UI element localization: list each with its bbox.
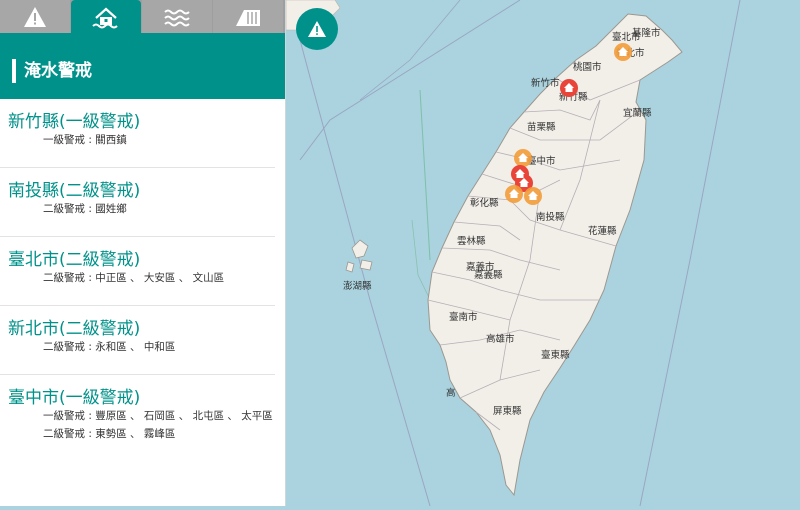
waves-icon: [164, 9, 190, 26]
alert-list: 新竹縣(一級警戒) 一級警戒 : 關西鎮 南投縣(二級警戒) 二級警戒 : 國姓…: [0, 99, 285, 461]
map-label: 臺南市: [449, 311, 478, 323]
map-label: 雲林縣: [457, 235, 486, 247]
tab-bar: [0, 0, 285, 36]
alert-region: 南投縣(二級警戒): [8, 181, 141, 201]
alert-item[interactable]: 臺北市(二級警戒) 二級警戒 : 中正區 、 大安區 、 文山區: [0, 237, 275, 306]
alert-detail: 二級警戒 : 東勢區 、 霧峰區: [43, 428, 176, 440]
alert-item[interactable]: 新竹縣(一級警戒) 一級警戒 : 關西鎮: [0, 99, 275, 168]
map-label: 臺東縣: [541, 349, 570, 361]
alert-region: 新竹縣(一級警戒): [8, 112, 141, 132]
alert-item[interactable]: 新北市(二級警戒) 二級警戒 : 永和區 、 中和區: [0, 306, 275, 375]
tab-dam[interactable]: [213, 0, 283, 33]
alert-region: 新北市(二級警戒): [8, 319, 141, 339]
taiwan-map: 臺北市 基隆市 新北市 桃園市 新竹市 新竹縣 宜蘭縣 苗栗縣 臺中市 彰化縣 …: [285, 0, 800, 507]
alert-detail: 二級警戒 : 國姓鄉: [43, 203, 127, 215]
alert-region: 臺中市(一級警戒): [8, 388, 141, 408]
map-view[interactable]: 臺北市 基隆市 新北市 桃園市 新竹市 新竹縣 宜蘭縣 苗栗縣 臺中市 彰化縣 …: [285, 0, 800, 507]
flood-house-icon: [92, 7, 118, 29]
panel-header: 淹水警戒: [0, 33, 285, 99]
map-label: 嘉義縣: [474, 269, 503, 281]
alert-region: 臺北市(二級警戒): [8, 250, 141, 270]
tab-warning[interactable]: [0, 0, 70, 33]
alert-detail: 一級警戒 : 豐原區 、 石岡區 、 北屯區 、 太平區: [43, 410, 273, 422]
alert-detail: 二級警戒 : 永和區 、 中和區: [43, 341, 176, 353]
map-label: 屏東縣: [493, 405, 522, 417]
sidebar: 淹水警戒 新竹縣(一級警戒) 一級警戒 : 關西鎮 南投縣(二級警戒) 二級警戒…: [0, 0, 286, 506]
map-label: 基隆市: [632, 27, 661, 39]
map-label: 苗栗縣: [527, 122, 556, 133]
map-label: 花蓮縣: [588, 225, 617, 237]
tab-flood[interactable]: [71, 0, 141, 36]
alert-item[interactable]: 南投縣(二級警戒) 二級警戒 : 國姓鄉: [0, 168, 275, 237]
tab-waves[interactable]: [142, 0, 212, 33]
warning-icon: [24, 6, 46, 27]
panel-title: 淹水警戒: [12, 59, 92, 83]
map-label: 宜蘭縣: [623, 107, 652, 119]
dam-icon: [236, 9, 260, 26]
alert-item[interactable]: 臺中市(一級警戒) 一級警戒 : 豐原區 、 石岡區 、 北屯區 、 太平區 二…: [0, 375, 275, 461]
map-label: 高雄市: [486, 333, 515, 345]
map-label: 彰化縣: [470, 197, 499, 209]
warning-icon: [308, 21, 326, 37]
map-label: 澎湖縣: [343, 280, 372, 292]
map-label: 南投縣: [536, 211, 565, 223]
map-label: 桃園市: [573, 61, 602, 73]
alert-detail: 二級警戒 : 中正區 、 大安區 、 文山區: [43, 272, 225, 284]
map-label: 高: [446, 387, 456, 399]
map-warning-button[interactable]: [296, 8, 338, 50]
map-label: 新竹市: [531, 77, 560, 89]
alert-detail: 一級警戒 : 關西鎮: [43, 134, 127, 146]
